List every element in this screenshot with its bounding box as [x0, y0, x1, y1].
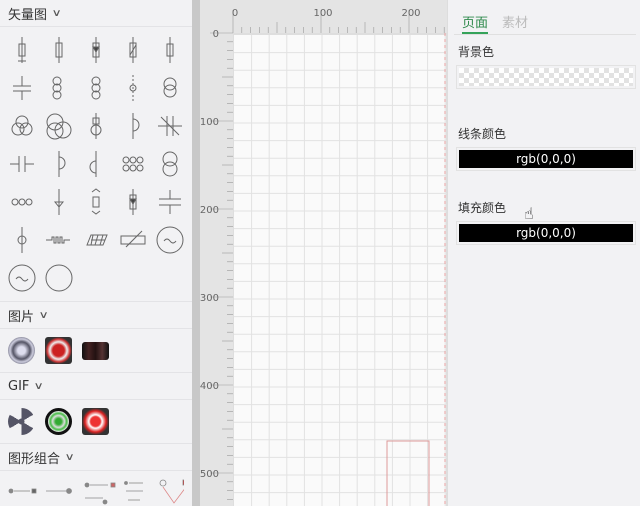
fill-color-value: rgb(0,0,0)	[459, 224, 633, 242]
section-header-gif[interactable]: GIF ∨	[0, 373, 192, 400]
vector-symbol-icon[interactable]	[40, 69, 77, 107]
vector-symbol-icon[interactable]	[114, 107, 151, 145]
vector-symbol-icon[interactable]	[151, 69, 188, 107]
tab-bar: 页面 素材	[454, 0, 636, 35]
vector-symbol-icon[interactable]	[151, 221, 188, 259]
ruler-label: 300	[200, 293, 219, 304]
section-title: 矢量图	[8, 7, 48, 23]
tab-page[interactable]: 页面	[462, 12, 489, 34]
section-header-combos[interactable]: 图形组合 ∨	[0, 444, 192, 471]
ruler-label: 100	[313, 8, 332, 19]
ruler-label: 100	[200, 117, 219, 128]
ruler-label: 500	[200, 469, 219, 480]
ruler-label: 200	[401, 8, 420, 19]
section-header-images[interactable]: 图片 ∨	[0, 302, 192, 329]
line-color-value: rgb(0,0,0)	[459, 150, 633, 168]
ruler-label: 400	[200, 381, 219, 392]
vector-symbol-icon[interactable]	[40, 221, 77, 259]
propeller-gif[interactable]	[8, 408, 35, 435]
combo-thumbnails[interactable]	[8, 478, 184, 506]
section-title: GIF	[8, 378, 30, 394]
combo-row	[0, 471, 192, 506]
vector-symbol-icon[interactable]	[40, 107, 77, 145]
vector-symbol-icon[interactable]	[151, 31, 188, 69]
dark-image[interactable]	[82, 341, 109, 360]
vector-symbol-icon[interactable]	[114, 31, 151, 69]
vector-symbol-icon[interactable]	[114, 69, 151, 107]
tab-materials[interactable]: 素材	[502, 12, 528, 34]
vector-symbol-icon[interactable]	[77, 107, 114, 145]
background-color-label: 背景色	[458, 45, 495, 59]
vector-symbol-icon[interactable]	[77, 145, 114, 183]
vector-symbol-icon[interactable]	[114, 221, 151, 259]
component-library-panel: 矢量图 ∨ 图片 ∨ GIF ∨ 图形组合 ∨	[0, 0, 192, 506]
vector-symbol-icon[interactable]	[40, 145, 77, 183]
vector-symbol-icon[interactable]	[151, 145, 188, 183]
hand-cursor-icon: ☝	[524, 204, 534, 223]
vector-symbol-icon[interactable]	[40, 31, 77, 69]
vector-symbol-icon[interactable]	[151, 107, 188, 145]
vector-symbol-icon[interactable]	[114, 183, 151, 221]
fill-color-picker[interactable]: rgb(0,0,0)	[456, 221, 636, 245]
ruler-label: 0	[213, 29, 219, 40]
vector-symbol-icon[interactable]	[151, 183, 188, 221]
fan-image-1[interactable]	[8, 337, 35, 364]
fan-image-red[interactable]	[45, 337, 72, 364]
vector-symbol-icon[interactable]	[3, 145, 40, 183]
left-panel-scrollbar[interactable]	[192, 0, 200, 506]
transparent-swatch	[459, 68, 633, 86]
gif-row	[0, 400, 192, 444]
background-color-picker[interactable]	[456, 65, 636, 89]
chevron-down-icon: ∨	[51, 7, 62, 19]
section-title: 图形组合	[8, 451, 61, 467]
red-fan-gif[interactable]	[82, 408, 109, 435]
green-fan-gif[interactable]	[45, 408, 72, 435]
canvas-area[interactable]: 0 100 200 0 100 200 300 400 500	[200, 0, 447, 506]
ruler-label: 200	[200, 205, 219, 216]
chevron-down-icon: ∨	[38, 309, 49, 321]
vector-symbol-icon[interactable]	[40, 183, 77, 221]
vector-symbol-icon[interactable]	[77, 183, 114, 221]
line-color-picker[interactable]: rgb(0,0,0)	[456, 147, 636, 171]
section-header-vector[interactable]: 矢量图 ∨	[0, 0, 192, 27]
vector-symbol-icon[interactable]	[114, 145, 151, 183]
chevron-down-icon: ∨	[64, 451, 75, 463]
vector-symbol-icon[interactable]	[3, 107, 40, 145]
chevron-down-icon: ∨	[33, 380, 45, 392]
section-title: 图片	[8, 309, 35, 325]
vector-icon-grid	[0, 27, 192, 302]
canvas-svg: 0 100 200 0 100 200 300 400 500	[200, 0, 447, 506]
vector-symbol-icon[interactable]	[3, 221, 40, 259]
image-row	[0, 329, 192, 373]
vector-symbol-icon[interactable]	[40, 259, 77, 297]
ruler-label: 0	[232, 8, 238, 19]
vector-symbol-icon[interactable]	[3, 259, 40, 297]
vector-symbol-icon[interactable]	[3, 183, 40, 221]
line-color-label: 线条颜色	[458, 127, 507, 141]
fill-color-label: 填充颜色	[458, 201, 507, 215]
vector-symbol-icon[interactable]	[77, 69, 114, 107]
vector-symbol-icon[interactable]	[77, 31, 114, 69]
vector-symbol-icon[interactable]	[3, 31, 40, 69]
properties-panel: 页面 素材 背景色 线条颜色 rgb(0,0,0) 填充颜色 rgb(0,0,0…	[447, 0, 640, 506]
vector-symbol-icon[interactable]	[3, 69, 40, 107]
vector-symbol-icon[interactable]	[77, 221, 114, 259]
